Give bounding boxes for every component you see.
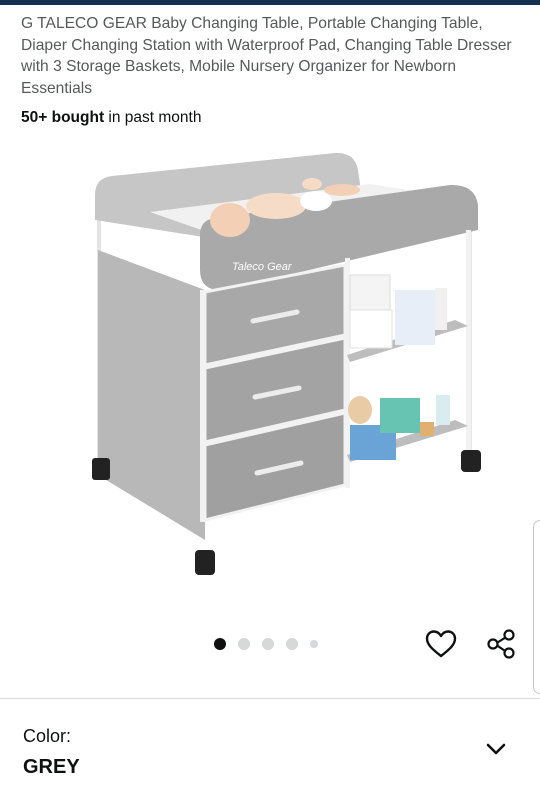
- top-app-bar: [0, 0, 540, 5]
- share-icon: [487, 629, 515, 659]
- carousel-dot-2[interactable]: [238, 638, 250, 650]
- bought-suffix: in past month: [104, 109, 202, 126]
- color-value: GREY: [23, 756, 80, 778]
- heart-icon: [425, 630, 457, 658]
- product-title: G TALECO GEAR Baby Changing Table, Porta…: [21, 15, 512, 97]
- share-button[interactable]: [483, 626, 519, 662]
- carousel-dot-3[interactable]: [262, 638, 274, 650]
- product-image[interactable]: Taleco Gear: [50, 140, 500, 590]
- side-panel-edge: [533, 520, 540, 694]
- brand-logo: Taleco Gear: [232, 261, 293, 273]
- wishlist-button[interactable]: [423, 626, 459, 662]
- image-carousel-dots[interactable]: [214, 637, 318, 651]
- color-selector[interactable]: Color: GREY: [0, 698, 540, 796]
- color-label: Color:: [23, 726, 72, 746]
- carousel-dot-4[interactable]: [286, 638, 298, 650]
- carousel-dot-1[interactable]: [214, 638, 226, 650]
- bought-count: 50+ bought: [21, 109, 105, 126]
- changing-table-illustration: Taleco Gear: [92, 152, 481, 575]
- chevron-down-icon[interactable]: [484, 739, 508, 759]
- bought-in-past-month: 50+ bought in past month: [21, 108, 201, 128]
- carousel-dot-5[interactable]: [310, 640, 318, 648]
